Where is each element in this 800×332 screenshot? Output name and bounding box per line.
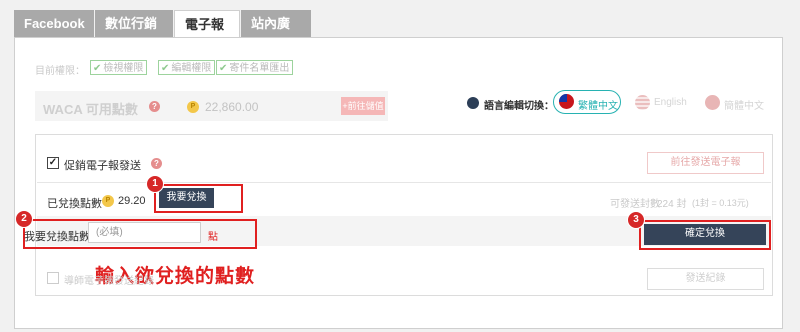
send-record-button[interactable]: 發送紀錄 (647, 268, 764, 290)
permission-text: 寄件名單匯出 (229, 63, 290, 74)
china-flag-icon[interactable] (705, 95, 720, 110)
lang-option-en[interactable]: English (654, 97, 687, 108)
help-icon[interactable]: ? (149, 101, 160, 112)
permission-text: 檢視權限 (103, 63, 144, 74)
newsletter-box: ✓ 促銷電子報發送 ? 前往發送電子報 已兌換點數 P 29.20 我要兌換 1… (15, 134, 773, 296)
confirm-exchange-button[interactable]: 確定兌換 (644, 224, 766, 245)
language-label: 語言編輯切換： (484, 101, 554, 112)
points-label: WACA 可用點數 (43, 102, 138, 117)
coin-icon: P (187, 101, 199, 113)
exchange-button[interactable]: 我要兌換 (159, 188, 214, 208)
taiwan-flag-icon (559, 94, 574, 109)
exchanged-points-label: 已兌換點數 (47, 198, 102, 210)
footer-check-label: 導師電子報發送紀錄 (64, 276, 154, 287)
lang-label-zh-tw: 繁體中文 (578, 101, 618, 112)
promo-label: 促銷電子報發送 (64, 160, 141, 172)
permission-badge-view: ✔ 檢視權限 (90, 60, 148, 75)
permission-badge-export: ✔ 寄件名單匯出 (216, 60, 294, 75)
footer-checkbox[interactable] (47, 272, 59, 284)
tab-site-ads[interactable]: 站內廣告 (241, 10, 311, 59)
points-box: WACA 可用點數 ? P 22,860.00 +前往儲值 (35, 91, 388, 121)
sendable-label: 可發送封數 (610, 199, 660, 210)
permissions-label: 目前權限： (35, 66, 85, 77)
tab-facebook[interactable]: Facebook (14, 10, 94, 38)
go-topup-button[interactable]: +前往儲值 (341, 97, 385, 115)
step-badge-3: 3 (627, 211, 645, 229)
promo-checkbox[interactable]: ✓ (47, 157, 59, 169)
us-flag-icon[interactable] (635, 95, 650, 110)
step-badge-2: 2 (15, 210, 33, 228)
tab-newsletter[interactable]: 電子報 (174, 10, 240, 38)
coin-icon: P (102, 195, 114, 207)
go-send-newsletter-button[interactable]: 前往發送電子報 (647, 152, 764, 174)
permission-badge-edit: ✔ 編輯權限 (158, 60, 216, 75)
step-badge-1: 1 (146, 175, 164, 193)
rate-note: (1封 = 0.13元) (692, 198, 749, 208)
main-panel: 目前權限： ✔ 檢視權限 ✔ 編輯權限 ✔ 寄件名單匯出 WACA 可用點數 ? P … (14, 37, 783, 329)
help-icon[interactable]: ? (151, 158, 162, 169)
exchange-input-label: 我要兌換點數 (24, 231, 90, 243)
exchanged-points-value: 29.20 (118, 195, 146, 207)
tab-bar: Facebook 數位行銷 電子報 站內廣告 (14, 10, 312, 59)
check-icon: ✔ (93, 63, 102, 74)
tab-digital-marketing[interactable]: 數位行銷 (95, 10, 173, 38)
lang-option-zh-cn[interactable]: 簡體中文 (724, 97, 764, 112)
check-icon: ✔ (161, 63, 170, 74)
check-icon: ✔ (219, 63, 228, 74)
globe-icon (467, 97, 479, 109)
exchange-points-input[interactable]: (必填) (88, 222, 201, 243)
sendable-value: 224 封 (657, 199, 687, 210)
unit-label: 點 (208, 232, 218, 243)
points-value: 22,860.00 (205, 100, 259, 114)
lang-option-zh-tw[interactable]: 繁體中文 (553, 90, 621, 114)
permission-text: 編輯權限 (171, 63, 212, 74)
